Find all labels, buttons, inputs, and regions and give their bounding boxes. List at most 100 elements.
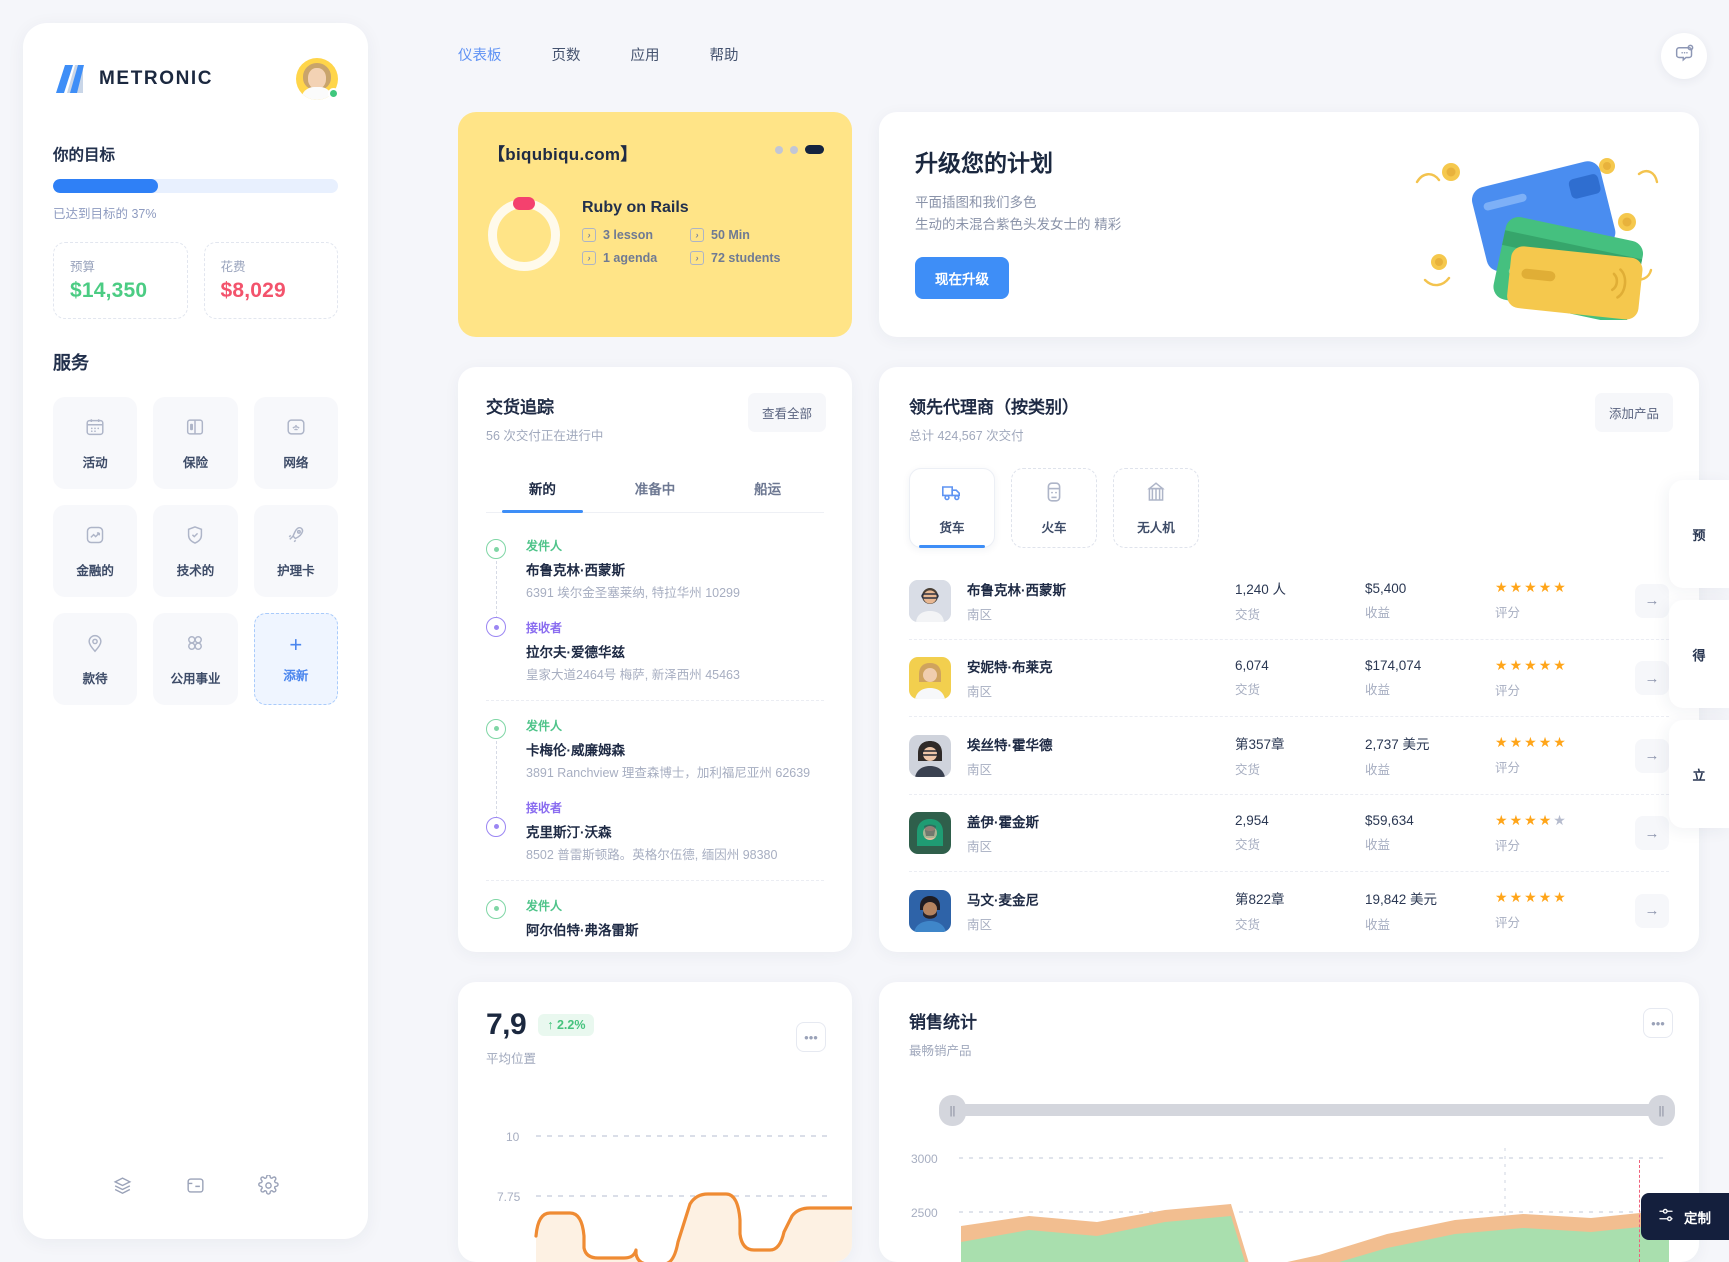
tab-shipping[interactable]: 船运 [711,466,824,512]
sender-label: 发件人 [526,718,563,733]
arrow-right-icon[interactable]: → [1635,661,1669,695]
sender-block: 发件人 阿尔伯特·弗洛雷斯 [526,897,824,939]
tab-preparing[interactable]: 准备中 [599,466,712,512]
receiver-label: 接收者 [526,621,563,636]
table-row[interactable]: 马文·麦金尼 南区 第822章 交货 19,842 美元 收益 ★ ★ ★ ★ ★ 评分… [909,872,1669,949]
range-slider-handle-right[interactable]: || [1648,1095,1675,1126]
range-slider-handle-left[interactable]: || [939,1095,966,1126]
avg-value: 7,9 [486,1008,527,1041]
peek-label: 立 [1692,767,1706,783]
dots-icon[interactable]: ••• [1643,1008,1673,1038]
delivery-view-all-button[interactable]: 查看全部 [747,393,826,432]
service-tile-financial[interactable]: 金融的 [53,505,138,597]
sales-title: 销售统计 [909,1013,977,1032]
earnings-caption: 收益 [1365,683,1391,697]
nav-item-pages[interactable]: 页数 [546,40,587,69]
agent-region: 南区 [967,607,993,622]
layers-icon[interactable] [112,1175,133,1201]
train-icon [1042,480,1066,509]
avg-chart: 10 7.75 [458,1108,852,1262]
deliveries-caption: 交货 [1235,763,1261,777]
receiver-block: 接收者 克里斯汀·沃森 8502 普雷斯顿路。英格尔伍德, 缅因州 98380 [526,799,824,865]
service-label: 活动 [82,455,108,470]
promo-carousel-dots[interactable] [775,145,824,154]
notes-icon[interactable] [185,1175,206,1201]
range-slider[interactable]: || || [939,1095,1675,1126]
service-label: 网络 [283,455,309,470]
service-tile-hospitality[interactable]: 款待 [53,613,138,705]
deliveries-value: 1,240 人 [1235,582,1287,597]
upgrade-now-button[interactable]: 现在升级 [915,256,1009,299]
avatar[interactable] [296,58,339,100]
sender-label: 发件人 [526,539,563,553]
progress-ring [488,197,560,271]
map-pin-icon [84,632,106,659]
gear-icon[interactable] [258,1174,279,1201]
service-tile-add-new[interactable]: + 添新 [253,613,338,705]
rating-caption: 评分 [1495,916,1521,930]
agent-deliveries: 第357章 交货 [1235,733,1365,778]
deliveries-value: 6,074 [1235,658,1269,673]
service-tile-carecard[interactable]: 护理卡 [253,505,338,597]
rocket-icon [285,524,307,551]
chart-up-icon [84,524,106,551]
earnings-value: 19,842 美元 [1365,892,1438,907]
upgrade-desc-line-2: 生动的未混合紫色头发女士的 精彩 [915,217,1122,233]
sales-subtitle: 最畅销产品 [909,1044,972,1058]
table-row[interactable]: 埃丝特·霍华德 南区 第357章 交货 2,737 美元 收益 ★ ★ ★ ★ ★ 评分… [909,717,1669,795]
delivery-item[interactable]: 发件人 布鲁克林·西蒙斯 6391 埃尔金圣塞莱纳, 特拉华州 10299 接收… [486,521,824,701]
agents-subtitle: 总计 424,567 次交付 [909,429,1024,443]
upgrade-plan-card: 升级您的计划 平面插图和我们多色 生动的未混合紫色头发女士的 精彩 现在升级 [879,112,1699,337]
arrow-right-icon[interactable]: → [1635,816,1669,850]
category-drone[interactable]: 无人机 [1113,468,1199,548]
arrow-right-icon[interactable]: → [1635,583,1669,618]
dots-icon[interactable]: ••• [796,1022,826,1052]
add-product-button[interactable]: 添加产品 [1594,393,1673,432]
chat-button[interactable] [1661,33,1707,79]
brand[interactable]: METRONIC [53,64,213,94]
arrow-right-icon[interactable]: → [1635,738,1669,773]
service-tile-insurance[interactable]: 保险 [153,397,238,489]
agent-rating: ★ ★ ★ ★ ★ 评分 [1495,658,1625,699]
table-row[interactable]: 安妮特·布莱克 南区 6,074 交货 $174,074 收益 ★ ★ ★ ★ ★ 评分… [909,640,1669,717]
carousel-dot[interactable] [775,145,783,154]
agent-identity: 布鲁克林·西蒙斯 南区 [967,579,1235,623]
agent-earnings: $174,074 收益 [1365,658,1495,698]
table-row[interactable]: 布鲁克林·西蒙斯 南区 1,240 人 交货 $5,400 收益 ★ ★ ★ ★ ★ 评… [909,562,1669,640]
service-tile-utilities[interactable]: 公用事业 [153,613,238,705]
arrow-right-icon[interactable]: → [1635,893,1669,928]
agent-name: 盖伊·霍金斯 [967,815,1039,830]
category-truck[interactable]: 货车 [909,468,995,548]
promo-meta-item: › 1 agenda [582,251,680,265]
sidebar-header: METRONIC [53,51,339,107]
service-tile-activity[interactable]: 活动 [53,397,138,489]
category-train[interactable]: 火车 [1011,468,1097,548]
earnings-caption: 收益 [1365,838,1391,852]
nav-item-apps[interactable]: 应用 [625,40,666,69]
avg-delta-badge: ↑ 2.2% [538,1014,595,1036]
top-navigation: 仪表板 页数 应用 帮助 [452,40,745,69]
tab-new[interactable]: 新的 [486,466,599,513]
nav-item-dashboard[interactable]: 仪表板 [452,40,508,69]
kpi-budget-label: 预算 [70,260,96,274]
earnings-caption: 收益 [1365,605,1391,620]
nav-item-help[interactable]: 帮助 [704,40,745,69]
peek-card-3[interactable]: 立 [1669,720,1729,828]
peek-card-2[interactable]: 得 [1669,600,1729,708]
receiver-node-icon [486,617,506,637]
agent-name: 安妮特·布莱克 [967,660,1053,675]
earnings-caption: 收益 [1365,918,1391,932]
delivery-item[interactable]: 发件人 阿尔伯特·弗洛雷斯 [486,881,824,953]
carousel-dot[interactable] [790,145,798,154]
carousel-dot-active[interactable] [805,145,824,154]
service-tile-network[interactable]: 网络 [253,397,338,489]
peek-card-1[interactable]: 预 [1669,480,1729,588]
promo-card: 【biqubiqu.com】 Ruby on Rails › 3 lesson ›… [458,112,852,337]
delivery-item[interactable]: 发件人 卡梅伦·威廉姆森 3891 Ranchview 理查森博士，加利福尼亚州… [486,701,824,881]
deliveries-value: 2,954 [1235,813,1269,828]
service-tile-technical[interactable]: 技术的 [153,505,238,597]
timeline-connector [495,561,498,619]
receiver-address: 皇家大道2464号 梅萨, 新泽西州 45463 [526,668,740,683]
table-row[interactable]: 盖伊·霍金斯 南区 2,954 交货 $59,634 收益 ★ ★ ★ ★ ★ 评分 → [909,795,1669,872]
customize-button[interactable]: 定制 [1641,1193,1729,1240]
